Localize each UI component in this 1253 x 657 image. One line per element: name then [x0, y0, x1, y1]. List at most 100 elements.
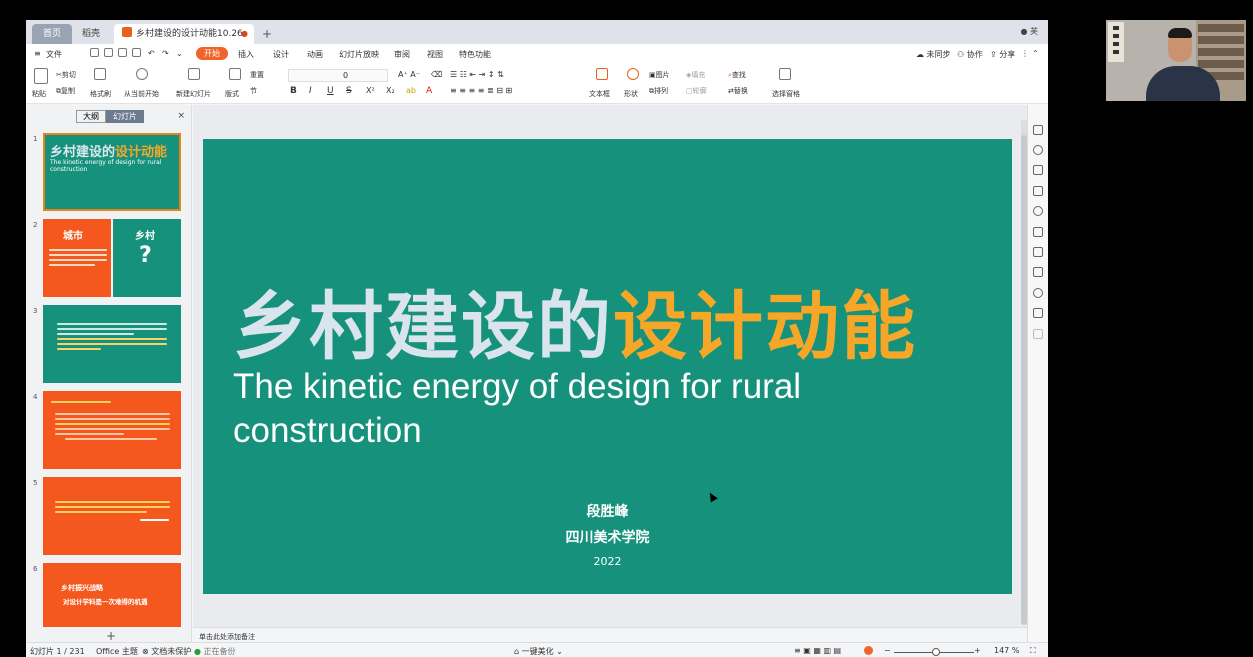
shape-icon[interactable]	[627, 68, 639, 80]
layout-button[interactable]: 版式	[225, 89, 239, 99]
arrange-button[interactable]: ⧉排列	[649, 86, 668, 96]
font-size-box[interactable]: 0	[288, 69, 388, 82]
menu-slideshow[interactable]: 幻灯片放映	[339, 49, 379, 60]
tab-home[interactable]: 首页	[32, 24, 72, 44]
add-slide-button[interactable]: +	[106, 629, 116, 643]
format-painter-icon[interactable]	[94, 68, 106, 80]
save-icon[interactable]	[90, 48, 99, 57]
copy-style-icon[interactable]	[1033, 227, 1043, 237]
pin-icon[interactable]	[1033, 247, 1043, 257]
zoom-level[interactable]: 147 %	[994, 646, 1019, 655]
menu-insert[interactable]: 插入	[238, 49, 254, 60]
shape-button[interactable]: 形状	[624, 89, 638, 99]
customize-icon[interactable]: ⌄	[176, 49, 183, 58]
zoom-in-icon[interactable]: +	[974, 646, 981, 655]
align-icon[interactable]: ≡ ≡ ≡ ≡ ≣ ⊟ ⊞	[450, 86, 512, 95]
slide-year[interactable]: 2022	[203, 555, 1012, 568]
open-icon[interactable]	[104, 48, 113, 57]
subscript-icon[interactable]: X₂	[386, 86, 395, 95]
clear-format-icon[interactable]: ⌫	[431, 70, 442, 79]
highlight-icon[interactable]: ab	[406, 86, 416, 95]
history-icon[interactable]	[1033, 288, 1043, 298]
menu-file[interactable]: 文件	[46, 49, 62, 60]
underline-icon[interactable]: U	[327, 86, 334, 96]
share-button[interactable]: ⇪ 分享	[990, 49, 1015, 60]
bold-icon[interactable]: B	[290, 86, 297, 96]
slide-thumbnail-6[interactable]: 乡村振兴战略 对设计学科是一次难得的机遇	[43, 563, 181, 627]
menu-features[interactable]: 特色功能	[459, 49, 491, 60]
print-icon[interactable]	[118, 48, 127, 57]
menu-design[interactable]: 设计	[273, 49, 289, 60]
select-pane-icon[interactable]	[779, 68, 791, 80]
menu-view[interactable]: 视图	[427, 49, 443, 60]
outline-button[interactable]: ▢轮廓	[686, 86, 707, 96]
print-preview-icon[interactable]	[132, 48, 141, 57]
replace-button[interactable]: ⇄替换	[728, 86, 748, 96]
play-from-current-button[interactable]: 从当前开始	[124, 89, 159, 99]
new-tab-button[interactable]: +	[262, 24, 272, 44]
sync-status[interactable]: ☁ 未同步	[916, 49, 951, 60]
beautify-button[interactable]: ⌂ 一键美化 ⌄	[514, 646, 563, 657]
slides-tab[interactable]: 幻灯片	[106, 110, 144, 123]
strikethrough-icon[interactable]: S	[346, 86, 352, 96]
tab-close-icon[interactable]: ●	[241, 24, 248, 44]
layout-icon[interactable]	[229, 68, 241, 80]
more-icon[interactable]: ⋮	[1021, 49, 1029, 58]
slide-thumbnail-2[interactable]: 城市 乡村 ?	[43, 219, 181, 297]
paste-button[interactable]: 粘贴	[32, 89, 46, 99]
zoom-slider-handle[interactable]	[932, 648, 940, 656]
slide-thumbnail-3[interactable]	[43, 305, 181, 383]
notes-area[interactable]: 单击此处添加备注	[193, 627, 1027, 643]
adjust-icon[interactable]	[1033, 267, 1043, 277]
current-slide[interactable]: 乡村建设的设计动能 The kinetic energy of design f…	[203, 139, 1012, 594]
collab-button[interactable]: ⚇ 协作	[957, 49, 983, 60]
shapes-icon[interactable]	[1033, 145, 1043, 155]
italic-icon[interactable]: I	[309, 86, 312, 96]
bullets-icon[interactable]: ☰ ☷ ⇤ ⇥ ↕ ⇅	[450, 70, 504, 79]
textbox-icon[interactable]	[596, 68, 608, 80]
panel-close-icon[interactable]: ×	[177, 111, 185, 121]
slide-author[interactable]: 段胜峰	[203, 501, 1012, 521]
new-slide-icon[interactable]	[188, 68, 200, 80]
reset-button[interactable]: 重置	[250, 70, 264, 80]
undo-icon[interactable]: ↶	[148, 49, 155, 58]
slide-thumbnail-1[interactable]: 乡村建设的设计动能 The kinetic energy of design f…	[43, 133, 181, 211]
play-icon[interactable]	[136, 68, 148, 80]
settings-icon[interactable]	[1033, 206, 1043, 216]
picture-button[interactable]: ▣图片	[649, 70, 670, 80]
properties-icon[interactable]	[1033, 125, 1043, 135]
play-slideshow-icon[interactable]	[864, 646, 873, 655]
new-slide-button[interactable]: 新建幻灯片	[176, 89, 211, 99]
fill-button[interactable]: ◈填充	[686, 70, 705, 80]
section-button[interactable]: 节	[250, 86, 257, 96]
layers-icon[interactable]	[1033, 186, 1043, 196]
tab-document[interactable]: 乡村建设的设计动能10.26 ●	[114, 24, 254, 44]
protect-status[interactable]: ⊗ 文档未保护	[142, 646, 191, 657]
menu-animation[interactable]: 动画	[307, 49, 323, 60]
menu-review[interactable]: 审阅	[394, 49, 410, 60]
font-color-icon[interactable]: A	[426, 86, 432, 96]
slide-thumbnail-5[interactable]	[43, 477, 181, 555]
slide-school[interactable]: 四川美术学院	[203, 527, 1012, 547]
fit-window-icon[interactable]: ⛶	[1030, 646, 1036, 656]
slide-thumbnail-4[interactable]	[43, 391, 181, 469]
slide-subtitle[interactable]: The kinetic energy of design for rural c…	[233, 365, 933, 453]
format-painter-button[interactable]: 格式刷	[90, 89, 111, 99]
find-button[interactable]: ⌕查找	[728, 70, 746, 80]
copy-button[interactable]: ⧉复制	[56, 86, 75, 96]
hamburger-icon[interactable]: ≡	[34, 49, 41, 58]
view-toggle-icons[interactable]: ≡ ▣ ▦ ▥ ▤	[794, 646, 841, 655]
outline-tab[interactable]: 大纲	[76, 110, 106, 123]
fill-panel-icon[interactable]	[1033, 165, 1043, 175]
redo-icon[interactable]: ↷	[162, 49, 169, 58]
user-avatar-icon[interactable]: ● 芙	[1020, 26, 1038, 37]
cut-button[interactable]: ✂剪切	[56, 70, 76, 80]
menu-start[interactable]: 开始	[196, 47, 228, 60]
image-panel-icon[interactable]	[1033, 308, 1043, 318]
slide-title[interactable]: 乡村建设的设计动能	[233, 267, 917, 374]
tab-docer[interactable]: 稻壳	[74, 24, 112, 44]
zoom-out-icon[interactable]: −	[884, 646, 891, 655]
select-pane-button[interactable]: 选择窗格	[772, 89, 800, 99]
grow-font-icon[interactable]: A⁺ A⁻	[398, 70, 420, 79]
superscript-icon[interactable]: X²	[366, 86, 375, 95]
